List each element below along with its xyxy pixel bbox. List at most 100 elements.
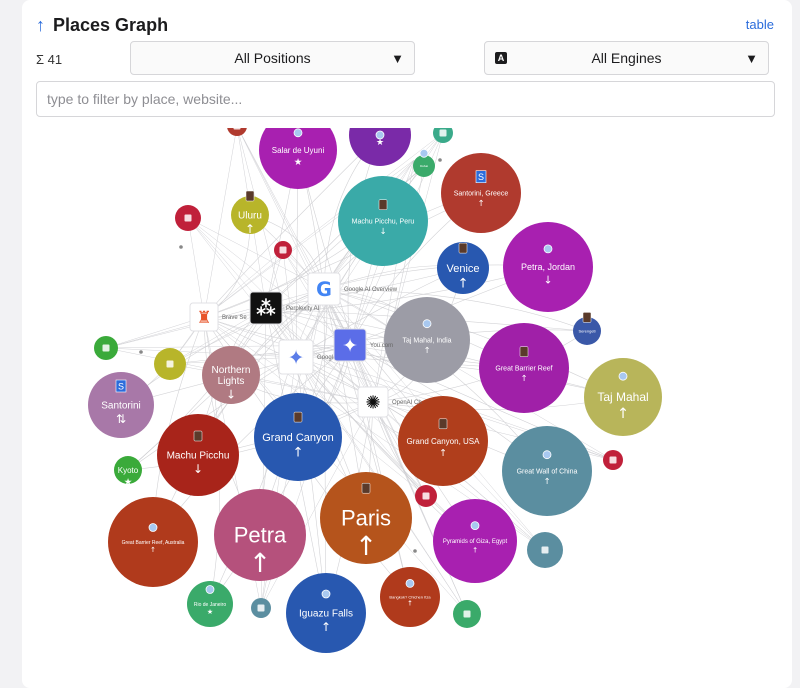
place-label: Grand Canyon — [262, 432, 334, 444]
place-node-pyramids[interactable]: Pyramids of Giza, Egypt↑ — [433, 499, 517, 583]
place-node-santorini-greece[interactable]: S Santorini, Greece↑ — [441, 153, 521, 233]
brave-icon: ♜ — [189, 302, 219, 332]
rank-change-icon: ↓ — [193, 462, 203, 476]
place-node-great-barrier-reef-australia[interactable]: Great Barrier Reef, Australia↑ — [108, 497, 198, 587]
globe-icon — [470, 521, 480, 530]
globe-icon — [205, 585, 215, 594]
rank-change-icon: ↑ — [292, 446, 303, 461]
place-thumbnail-icon — [541, 546, 549, 554]
place-thumbnail-icon — [609, 456, 617, 464]
place-node-kyoto[interactable]: Kyoto ★ — [114, 456, 142, 488]
place-node-great-wall[interactable]: Great Wall of China↑ — [502, 426, 592, 516]
svg-text:S: S — [118, 382, 124, 392]
globe-icon — [293, 128, 303, 138]
globe-icon — [148, 523, 158, 532]
place-node-petra-big[interactable]: Petra↑ — [214, 489, 306, 581]
place-thumbnail-icon — [257, 604, 265, 612]
place-label: Great Barrier Reef — [495, 365, 552, 372]
rank-change-icon: ↑ — [249, 548, 271, 579]
svg-text:✺: ✺ — [365, 393, 380, 414]
rank-change-icon: ↓ — [543, 273, 552, 286]
place-thumbnail-icon — [422, 492, 430, 500]
places-graph[interactable]: Petra↑Paris↑Grand Canyon↑Machu Picchu↓Ma… — [0, 0, 778, 688]
rank-change-icon: ★ — [294, 157, 303, 168]
rank-change-icon: ↑ — [423, 345, 430, 355]
place-node-machu-picchu[interactable]: Machu Picchu↓ — [157, 414, 239, 496]
place-node-northern-lights[interactable]: NorthernLights↓ — [202, 346, 260, 404]
gemini-icon: ✦ — [278, 339, 314, 375]
place-label: Paris — [341, 506, 391, 531]
canyon-icon — [293, 411, 303, 423]
place-node-iguazu-falls[interactable]: Iguazu Falls↑ — [286, 573, 366, 653]
place-node-petra-jordan[interactable]: Petra, Jordan↓ — [503, 222, 593, 312]
place-node-machu-picchu-peru[interactable]: Machu Picchu, Peru↓ — [338, 176, 428, 266]
place-thumbnail-icon — [463, 610, 471, 618]
place-node-venice[interactable]: Venice ↑ — [437, 242, 489, 294]
rank-change-icon: ↑ — [150, 546, 156, 554]
place-node-santorini[interactable]: S Santorini⇅ — [88, 372, 154, 438]
ruins-icon — [378, 199, 388, 210]
place-label: Dubai — [420, 164, 428, 168]
svg-text:S: S — [478, 172, 484, 182]
globe-icon — [419, 148, 429, 158]
place-node-top-purple[interactable]: ★ — [349, 104, 411, 166]
openai-icon: ✺ — [357, 386, 389, 418]
svg-text:✦: ✦ — [342, 334, 358, 357]
place-thumbnail-icon — [279, 246, 287, 254]
place-label: Petra — [234, 523, 287, 548]
place-node-salar-de-uyuni[interactable]: Salar de Uyuni ★ — [259, 111, 337, 189]
place-label: Grand Canyon, USA — [407, 437, 481, 446]
engine-label: OpenAI Ch — [392, 400, 422, 406]
place-label: Petra, Jordan — [521, 262, 575, 272]
rank-change-icon: ★ — [207, 608, 213, 616]
rank-change-icon: ↑ — [472, 546, 478, 555]
rank-change-icon: ⇅ — [116, 412, 126, 426]
place-label: Venice — [446, 263, 479, 275]
rank-change-icon: ↑ — [245, 222, 255, 236]
place-label: Taj Mahal — [597, 390, 648, 404]
place-node-grand-canyon-usa[interactable]: Grand Canyon, USA ↑ — [398, 396, 488, 486]
eiffel-icon — [361, 482, 371, 494]
svg-text:✦: ✦ — [287, 345, 304, 369]
place-label: Pyramids of Giza, Egypt — [443, 539, 508, 545]
place-node-grand-canyon[interactable]: Grand Canyon ↑ — [254, 393, 342, 481]
place-label: Taj Mahal, India — [402, 337, 451, 344]
svg-text:G: G — [316, 278, 332, 301]
uluru-icon — [245, 190, 255, 202]
rank-change-icon: ↓ — [379, 226, 386, 236]
google-icon: G — [307, 272, 341, 306]
place-node-paris[interactable]: Paris↑ — [320, 472, 412, 564]
globe-icon — [542, 450, 552, 460]
place-label: Serengeti — [578, 328, 595, 333]
place-node-taj-mahal[interactable]: Taj Mahal ↑ — [584, 358, 662, 436]
place-node-angkor[interactable]: Bangkok? Chichen Itza↑ — [380, 567, 440, 627]
place-node-serengeti[interactable]: Serengeti — [573, 312, 601, 345]
place-node-small[interactable] — [227, 116, 247, 136]
rank-change-icon: ↑ — [355, 531, 377, 562]
place-node-great-barrier-reef[interactable]: Great Barrier Reef↑ — [479, 323, 569, 413]
rank-change-icon: ↑ — [617, 406, 629, 422]
globe-icon — [321, 589, 331, 599]
serengeti-icon — [582, 312, 592, 323]
place-label: Great Barrier Reef, Australia — [122, 540, 185, 546]
place-thumbnail-icon — [166, 360, 174, 368]
rank-change-icon: ↑ — [477, 198, 484, 208]
svg-text:⁂: ⁂ — [256, 297, 276, 320]
s-icon: S — [475, 170, 487, 183]
rank-change-icon: ★ — [124, 477, 133, 488]
perplexity-icon: ⁂ — [249, 291, 283, 325]
globe-icon — [405, 579, 415, 588]
place-node-taj-mahal-india[interactable]: Taj Mahal, India↑ — [384, 297, 470, 383]
engine-node-google-ai-overview[interactable]: G Google AI Overview — [307, 272, 398, 306]
globe-icon — [618, 371, 628, 381]
place-label: Rio de Janeiro — [194, 602, 226, 608]
s-icon: S — [115, 379, 127, 393]
rank-change-icon: ↑ — [321, 620, 331, 634]
place-label: Northern — [212, 365, 251, 376]
place-label: Santorini, Greece — [454, 190, 509, 197]
venice-icon — [458, 242, 468, 254]
place-thumbnail-icon — [233, 128, 241, 130]
rank-change-icon: ↓ — [226, 388, 236, 402]
place-node-rio-de-janeiro[interactable]: Rio de Janeiro★ — [187, 581, 233, 627]
place-label: Santorini — [101, 401, 140, 412]
